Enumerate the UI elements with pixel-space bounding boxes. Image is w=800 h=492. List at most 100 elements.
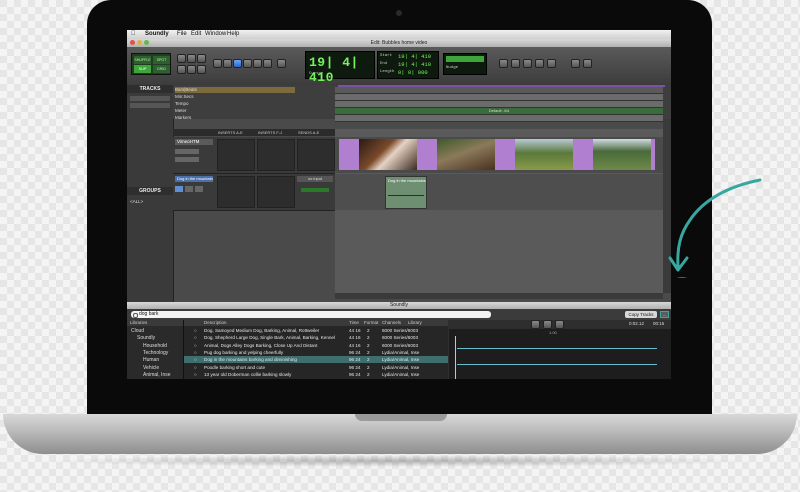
soundly-title: Soundly: [127, 302, 671, 309]
ruler-bars-beats[interactable]: Bars|Beats: [175, 87, 295, 93]
result-row[interactable]: ○ Poodle barking short and cute 96 24 2 Lydi…: [184, 364, 448, 371]
solo-button[interactable]: [185, 186, 193, 192]
menu-edit[interactable]: Edit: [191, 31, 201, 37]
slip-mode-button[interactable]: SLIP: [134, 65, 151, 73]
ruler-meter[interactable]: Meter: [175, 108, 295, 114]
group-all[interactable]: <ALL>: [130, 199, 143, 204]
library-item[interactable]: Animal, Inse: [143, 372, 171, 378]
copy-tracks-button[interactable]: Copy Tracks: [625, 311, 657, 318]
stop-icon[interactable]: [523, 59, 532, 68]
zoom-preset-2-button[interactable]: [187, 65, 196, 74]
library-item[interactable]: Human: [143, 357, 159, 363]
zoom-out-button[interactable]: [177, 54, 186, 63]
zoom-icon[interactable]: [144, 40, 149, 45]
result-row[interactable]: ○ Dog, Samoyed Medium Dog, Barking, Anima…: [184, 327, 448, 334]
result-row[interactable]: ○ Pug dog barking and yelping cheerfully 9…: [184, 349, 448, 356]
search-input[interactable]: dog bark: [131, 311, 491, 318]
audio-clip[interactable]: Dog in the mountains: [385, 176, 427, 209]
audio-track-lane[interactable]: Dog in the mountains: [335, 174, 663, 210]
markers-ruler[interactable]: [335, 115, 663, 122]
zoom-in-button[interactable]: [187, 54, 196, 63]
video-track-name[interactable]: VimeoHTM: [175, 139, 213, 145]
apple-icon[interactable]: : [131, 31, 136, 37]
video-track-lane[interactable]: [335, 137, 663, 173]
library-item[interactable]: Vehicle: [143, 365, 159, 371]
zoom-preset-3-button[interactable]: [197, 65, 206, 74]
minimize-icon[interactable]: [137, 40, 142, 45]
length-value[interactable]: 0| 0| 000: [398, 69, 428, 76]
close-icon[interactable]: [130, 40, 135, 45]
video-track-mode[interactable]: [175, 149, 199, 154]
grid-mode-button[interactable]: GRID: [153, 65, 170, 73]
video-track-view[interactable]: [175, 157, 199, 162]
video-clip[interactable]: [339, 139, 655, 170]
video-sends-slots[interactable]: [297, 139, 335, 171]
tempo-ruler[interactable]: [335, 101, 663, 108]
volume-readout[interactable]: [301, 188, 329, 192]
waveform-channel-2: [457, 364, 657, 365]
timeline-area[interactable]: Dog in the mountains: [335, 129, 663, 293]
previous-icon[interactable]: [531, 320, 540, 329]
play-icon[interactable]: [535, 59, 544, 68]
smart-tool-icon[interactable]: [277, 59, 286, 68]
ruler-min-secs[interactable]: Min:Secs: [175, 94, 295, 100]
menu-help[interactable]: Help: [227, 31, 239, 37]
loop-preview-icon[interactable]: [555, 320, 564, 329]
playhead[interactable]: [455, 336, 456, 379]
audio-inserts-slots[interactable]: [217, 176, 255, 208]
zoomer-tool-icon[interactable]: [213, 59, 222, 68]
video-inserts-f-slots[interactable]: [257, 139, 295, 171]
grabber-tool-icon[interactable]: [243, 59, 252, 68]
track-list-row[interactable]: [130, 96, 170, 101]
result-row[interactable]: ○ Dog, Shepherd Large Dog, Single Bark, A…: [184, 334, 448, 341]
pencil-tool-icon[interactable]: [263, 59, 272, 68]
record-arm-button[interactable]: [175, 186, 183, 192]
track-list-row[interactable]: [130, 103, 170, 108]
ruler-tempo[interactable]: Tempo: [175, 101, 295, 107]
end-value[interactable]: 19| 4| 410: [398, 61, 431, 68]
fast-forward-icon[interactable]: [511, 59, 520, 68]
col-library[interactable]: Library: [408, 320, 422, 326]
main-counter[interactable]: 19| 4| 410 Cursor: [305, 51, 375, 85]
meter-ruler[interactable]: Default: 4/4: [335, 108, 663, 115]
col-channels[interactable]: Channels: [382, 320, 401, 326]
library-item[interactable]: Technology: [143, 350, 168, 356]
menu-app-name[interactable]: Soundly: [145, 31, 169, 37]
library-item[interactable]: Household: [143, 343, 167, 349]
min-secs-ruler[interactable]: [335, 94, 663, 101]
col-format[interactable]: Format: [364, 320, 378, 326]
library-item[interactable]: Cloud: [131, 328, 144, 334]
zoom-preset-button[interactable]: [197, 54, 206, 63]
bars-beats-ruler[interactable]: [335, 87, 663, 94]
menu-window[interactable]: Window: [205, 31, 226, 37]
col-time[interactable]: Time: [349, 320, 359, 326]
result-row[interactable]: ○ 13 year old Doberman collie barking slo…: [184, 371, 448, 378]
shuffle-mode-button[interactable]: SHUFFLE: [134, 56, 151, 64]
audio-track-name[interactable]: Dog in the mountains: [175, 176, 213, 182]
library-item[interactable]: Soundly: [137, 335, 155, 341]
audio-inserts-f-slots[interactable]: [257, 176, 295, 208]
result-row[interactable]: ○ Dog in the mountains barking and dimini…: [184, 356, 448, 364]
menu-file[interactable]: File: [177, 31, 187, 37]
spot-mode-button[interactable]: SPOT: [153, 56, 170, 64]
loop-icon[interactable]: [571, 59, 580, 68]
col-description[interactable]: Description: [204, 320, 227, 326]
mute-button[interactable]: [195, 186, 203, 192]
record-icon[interactable]: [547, 59, 556, 68]
start-value[interactable]: 19| 4| 410: [398, 53, 431, 60]
waveform-view[interactable]: [449, 336, 671, 379]
zoom-preset-1-button[interactable]: [177, 65, 186, 74]
grid-value-bar[interactable]: [446, 56, 484, 62]
io-selector[interactable]: no input: [297, 176, 333, 182]
rewind-icon[interactable]: [499, 59, 508, 68]
more-options-icon[interactable]: ...: [660, 311, 669, 318]
selector-tool-icon[interactable]: [233, 59, 242, 68]
metronome-icon[interactable]: [583, 59, 592, 68]
ruler-markers[interactable]: Markers: [175, 115, 295, 121]
horizontal-scrollbar[interactable]: [335, 293, 663, 299]
trim-tool-icon[interactable]: [223, 59, 232, 68]
scrubber-tool-icon[interactable]: [253, 59, 262, 68]
video-inserts-slots[interactable]: [217, 139, 255, 171]
play-preview-icon[interactable]: [543, 320, 552, 329]
result-row[interactable]: ○ Animal, Dogs Alley Dogs Barking, Close …: [184, 342, 448, 349]
